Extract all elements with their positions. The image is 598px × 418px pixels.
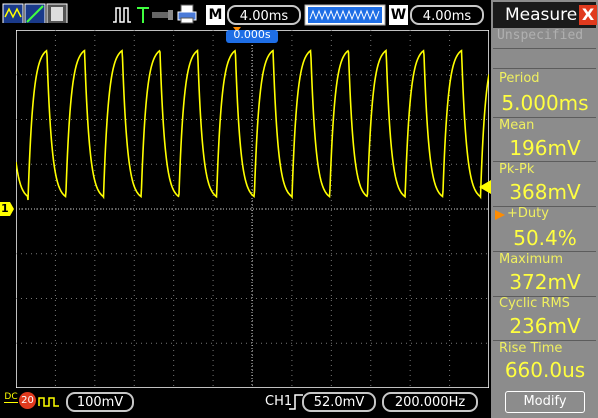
- trigger-edge-icon: [137, 7, 149, 23]
- measure-label-maximum[interactable]: Maximum: [499, 252, 563, 267]
- oscilloscope-screen: M 4.00ms W 4.00ms 0.000s 1 DC 20 100mV C…: [0, 0, 598, 418]
- measure-label-cyclic-rms[interactable]: Cyclic RMS: [499, 296, 570, 311]
- selected-arrow-icon: [495, 210, 505, 220]
- usb-icon: [152, 10, 173, 20]
- window-zoom-indicator[interactable]: [304, 4, 386, 26]
- measure-label-rise-time[interactable]: Rise Time: [499, 341, 562, 356]
- measure-panel-title: Measure: [505, 5, 578, 25]
- unspecified-slot[interactable]: Unspecified: [497, 28, 583, 43]
- measure-value-rise-time: 660.0us: [504, 358, 586, 382]
- measure-value-pk-pk: 368mV: [509, 180, 581, 204]
- main-timebase-display[interactable]: 4.00ms: [227, 5, 301, 25]
- measure-value-period: 5.000ms: [501, 91, 589, 115]
- trigger-level-display[interactable]: 52.0mV: [302, 392, 376, 412]
- measure-panel-header: Measure X: [493, 2, 597, 28]
- display-mode-icons[interactable]: [2, 3, 68, 23]
- measure-label-pk-pk[interactable]: Pk-Pk: [499, 162, 534, 177]
- measure-label-mean[interactable]: Mean: [499, 118, 534, 133]
- bandwidth-limit-badge: 20: [19, 392, 36, 409]
- trigger-position-label: 0.000s: [233, 28, 271, 41]
- channel1-marker-label: 1: [1, 202, 9, 215]
- measure-value-cyclic-rms: 236mV: [509, 314, 581, 338]
- bottom-status-bar: DC 20 100mV CH1 52.0mV 200.000Hz: [0, 388, 490, 418]
- measure-value-duty: 50.4%: [513, 226, 577, 250]
- window-timebase-display[interactable]: 4.00ms: [410, 5, 484, 25]
- measure-label-duty[interactable]: +Duty: [507, 206, 549, 221]
- measure-value-maximum: 372mV: [509, 270, 581, 294]
- volts-per-div-display[interactable]: 100mV: [66, 392, 134, 412]
- modify-button[interactable]: Modify: [505, 391, 585, 413]
- window-mode-badge[interactable]: W: [389, 5, 408, 25]
- waveform-display: [16, 30, 489, 388]
- trigger-status-icon: [113, 7, 131, 23]
- measure-value-mean: 196mV: [509, 136, 581, 160]
- printer-icon: [177, 4, 197, 24]
- measure-label-period[interactable]: Period: [499, 71, 540, 86]
- measure-panel: Measure X Unspecified Period 5.000ms Mea…: [491, 0, 598, 418]
- top-status-bar: M 4.00ms W 4.00ms: [0, 0, 490, 30]
- probe-waveform-icon: [38, 397, 59, 407]
- coupling-icon: DC: [4, 392, 18, 403]
- close-icon[interactable]: X: [579, 5, 597, 25]
- trigger-frequency-display: 200.000Hz: [382, 392, 478, 412]
- trigger-level-marker[interactable]: [479, 180, 491, 194]
- main-timebase-mode-badge[interactable]: M: [206, 5, 225, 25]
